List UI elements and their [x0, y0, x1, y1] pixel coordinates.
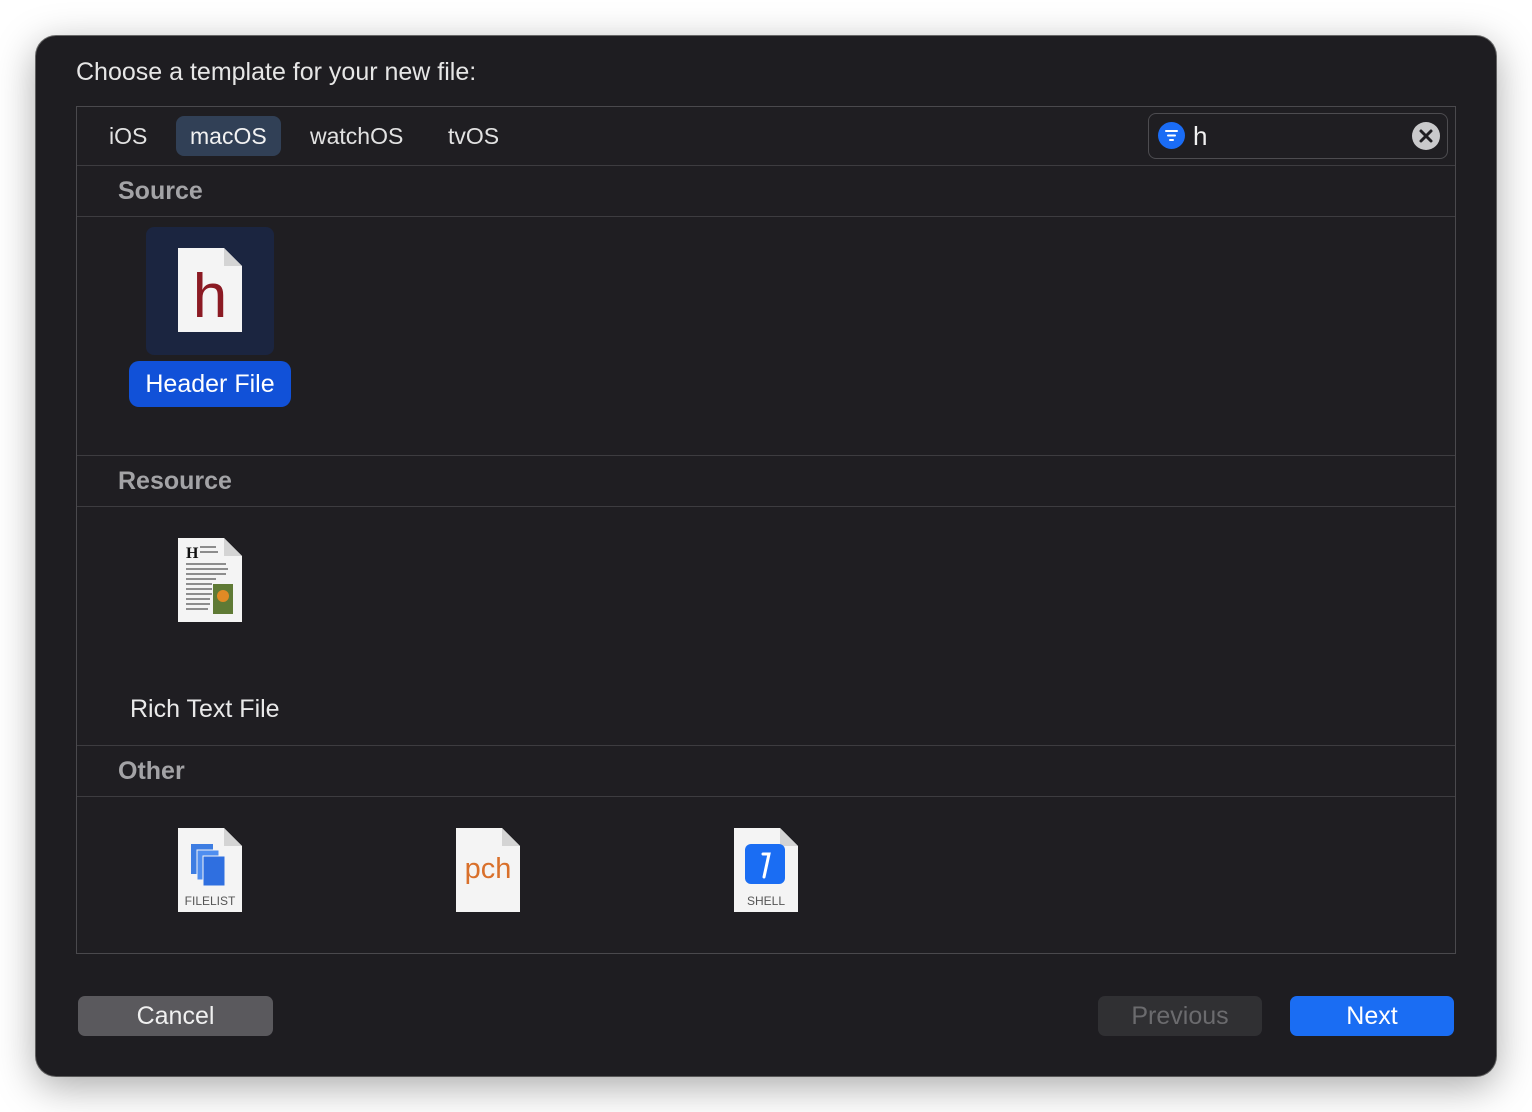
template-label-header-file[interactable]: Header File	[129, 361, 291, 407]
tab-ios[interactable]: iOS	[95, 116, 161, 156]
clear-icon[interactable]	[1412, 122, 1440, 150]
template-panel: iOS macOS watchOS tvOS h Source h Header…	[76, 106, 1456, 954]
platform-tab-bar: iOS macOS watchOS tvOS h	[77, 107, 1455, 166]
shell-icon-text: SHELL	[747, 894, 785, 908]
rich-text-file-icon[interactable]: H	[178, 538, 242, 627]
template-chooser-sheet: Choose a template for your new file: iOS…	[36, 36, 1496, 1076]
section-title: Resource	[118, 467, 232, 495]
tab-watchos[interactable]: watchOS	[296, 116, 417, 156]
tab-tvos[interactable]: tvOS	[434, 116, 513, 156]
section-header-other: Other	[77, 746, 1455, 797]
header-file-icon[interactable]: h	[178, 248, 242, 337]
filter-icon[interactable]	[1158, 122, 1185, 149]
section-title: Other	[118, 757, 185, 785]
filelist-file-icon[interactable]: FILELIST	[178, 828, 242, 917]
pch-icon-text: pch	[465, 853, 512, 885]
previous-button[interactable]: Previous	[1098, 996, 1262, 1036]
shell-script-file-icon[interactable]: SHELL	[734, 828, 798, 917]
search-input[interactable]: h	[1193, 119, 1207, 153]
filelist-icon-text: FILELIST	[185, 894, 236, 908]
next-button[interactable]: Next	[1290, 996, 1454, 1036]
search-field[interactable]: h	[1148, 113, 1448, 159]
rtf-heading-glyph: H	[186, 545, 199, 562]
pch-file-icon[interactable]: pch	[456, 828, 520, 917]
template-label-rich-text-file[interactable]: Rich Text File	[130, 695, 280, 724]
dialog-title: Choose a template for your new file:	[76, 58, 477, 86]
cancel-button[interactable]: Cancel	[78, 996, 273, 1036]
section-header-source: Source	[77, 166, 1455, 217]
tab-macos[interactable]: macOS	[176, 116, 281, 156]
section-title: Source	[118, 177, 203, 205]
section-header-resource: Resource	[77, 456, 1455, 507]
header-file-glyph: h	[193, 262, 227, 331]
